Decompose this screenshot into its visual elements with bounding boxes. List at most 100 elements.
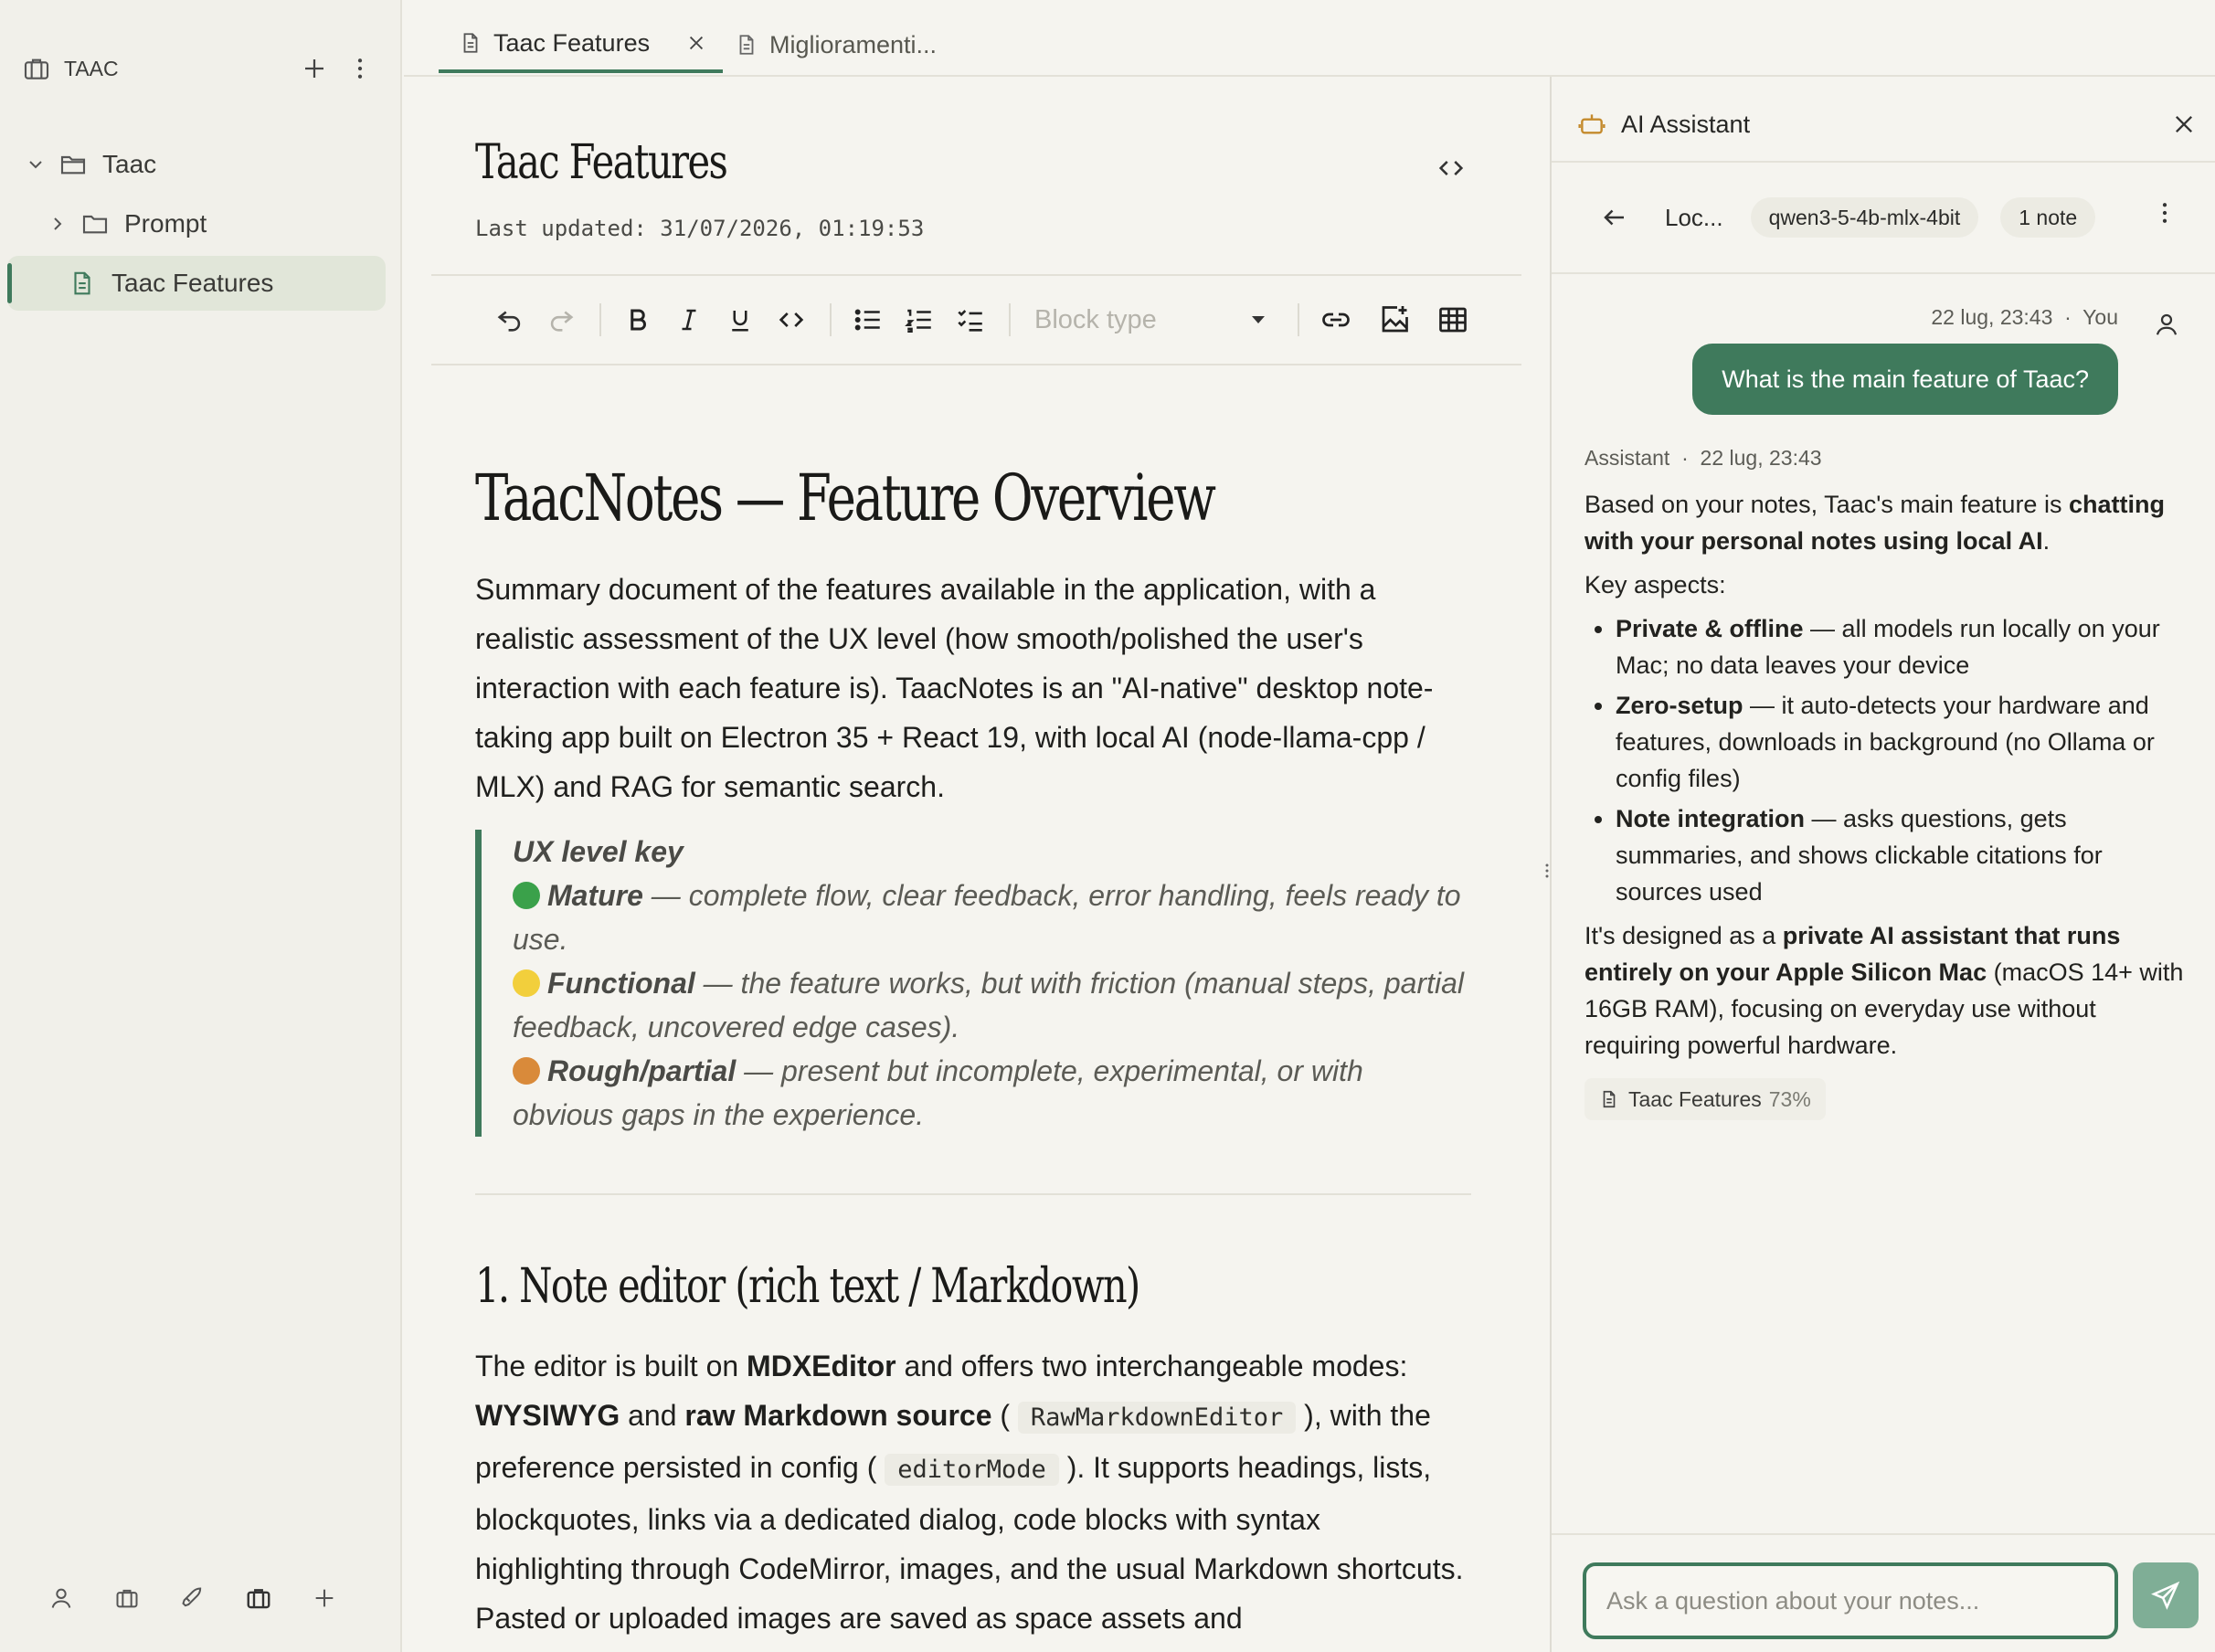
plus-icon[interactable] (307, 1581, 342, 1615)
notes-count-chip[interactable]: 1 note (2000, 197, 2096, 238)
toolbar-divider (1298, 303, 1299, 336)
divider (475, 1193, 1471, 1195)
ux-level-mature: Mature — complete flow, clear feedback, … (513, 874, 1471, 961)
note-content[interactable]: TaacNotes — Feature Overview Summary doc… (475, 461, 1471, 1643)
chevron-down-icon[interactable] (20, 149, 51, 180)
bold-text: MDXEditor (747, 1350, 896, 1382)
bold-icon[interactable] (618, 300, 658, 340)
model-chip[interactable]: qwen3-5-4b-mlx-4bit (1750, 197, 1979, 238)
toolbar-divider (830, 303, 832, 336)
italic-icon[interactable] (669, 300, 709, 340)
text: Based on your notes, Taac's main feature… (1584, 491, 2069, 518)
sidebar-footer (44, 1581, 342, 1615)
yellow-dot-icon (513, 969, 540, 997)
text: . (2042, 527, 2051, 555)
text: The editor is built on (475, 1350, 747, 1382)
sidebar: TAAC Taac Prompt Taac Features (0, 0, 402, 1652)
block-type-select[interactable]: Block type (1034, 296, 1290, 344)
add-note-button[interactable] (296, 50, 333, 87)
key-aspects-label: Key aspects: (1584, 571, 1726, 598)
tab-miglioramenti[interactable]: Miglioramenti... (735, 16, 937, 73)
ux-level-rough: Rough/partial — present but incomplete, … (513, 1049, 1471, 1137)
ux-level-name: Rough/partial (547, 1054, 737, 1087)
ux-level-name: Functional (547, 967, 695, 1000)
note-editor: Taac Features Last updated: 31/07/2026, … (404, 77, 1550, 1652)
conversation-bar: Loc... qwen3-5-4b-mlx-4bit 1 note (1552, 161, 2215, 274)
tree-item-label: Taac (102, 150, 157, 178)
tree-item-prompt[interactable]: Prompt (7, 196, 386, 251)
insert-table-icon[interactable] (1433, 300, 1473, 340)
list-item: Private & offline — all models run local… (1616, 610, 2188, 683)
citation-note: Taac Features (1628, 1087, 1762, 1111)
document-icon (735, 33, 758, 57)
briefcase-icon (22, 54, 51, 83)
undo-icon[interactable] (490, 300, 530, 340)
bold-text: raw Markdown source (684, 1399, 992, 1432)
list-item: Note integration — asks questions, gets … (1616, 800, 2188, 910)
space-menu-button[interactable] (342, 50, 378, 87)
note-title[interactable]: Taac Features (475, 135, 728, 190)
space-header: TAAC (22, 48, 378, 90)
tab-label: Taac Features (493, 28, 651, 57)
aspects-list: Private & offline — all models run local… (1616, 610, 2188, 910)
folder-icon (79, 207, 111, 240)
chat-input-area: Ask a question about your notes... (1552, 1533, 2215, 1652)
send-button[interactable] (2133, 1562, 2199, 1628)
tree-item-taac[interactable]: Taac (7, 137, 386, 192)
bullet-list-icon[interactable] (848, 300, 888, 340)
folder-open-icon (57, 148, 90, 181)
robot-icon (1577, 110, 1606, 139)
bold-text: Private & offline (1616, 615, 1804, 642)
source-toggle-button[interactable] (1429, 148, 1473, 188)
more-options-icon[interactable] (2151, 199, 2178, 227)
green-dot-icon (513, 882, 540, 909)
ux-level-desc: — complete flow, clear feedback, error h… (513, 879, 1461, 956)
content-heading-1: TaacNotes — Feature Overview (475, 461, 1216, 535)
text: ( (991, 1399, 1018, 1432)
panel-header: AI Assistant (1577, 104, 2197, 144)
app-window: TAAC Taac Prompt Taac Features Taac Feat… (0, 0, 2215, 1652)
tree-item-label: Taac Features (111, 269, 274, 297)
ai-assistant-panel: AI Assistant Loc... qwen3-5-4b-mlx-4bit … (1550, 77, 2215, 1652)
insert-image-icon[interactable] (1374, 300, 1415, 340)
document-icon (459, 31, 482, 55)
close-icon[interactable] (2171, 111, 2197, 137)
person-icon[interactable] (44, 1581, 79, 1615)
note-tree: Taac Prompt Taac Features (7, 137, 386, 315)
conversation-title[interactable]: Loc... (1665, 204, 1723, 232)
list-item: Zero-setup — it auto-detects your hardwa… (1616, 687, 2188, 797)
bold-text: Note integration (1616, 805, 1805, 832)
orange-dot-icon (513, 1057, 540, 1085)
caret-down-icon (1250, 314, 1266, 325)
document-icon (66, 267, 99, 300)
assistant-message-meta: Assistant · 22 lug, 23:43 (1584, 446, 1822, 470)
ux-key-blockquote: UX level key Mature — complete flow, cle… (475, 830, 1471, 1137)
bold-text: Zero-setup (1616, 692, 1743, 719)
reply-paragraph: It's designed as a private AI assistant … (1584, 917, 2188, 1064)
tab-taac-features[interactable]: Taac Features (439, 16, 724, 73)
briefcase-icon[interactable] (241, 1581, 276, 1615)
text: and offers two interchangeable modes: (896, 1350, 1408, 1382)
space-name[interactable]: TAAC (64, 57, 287, 81)
link-icon[interactable] (1316, 300, 1356, 340)
user-message-meta: 22 lug, 23:43 · You (1931, 305, 2118, 329)
close-icon[interactable] (686, 33, 706, 53)
last-updated: Last updated: 31/07/2026, 01:19:53 (475, 216, 925, 241)
redo-icon[interactable] (541, 300, 581, 340)
editor-toolbar: Block type (431, 274, 1521, 365)
tree-item-taac-features[interactable]: Taac Features (7, 256, 386, 311)
citation-score: 73% (1768, 1087, 1811, 1111)
chevron-right-icon[interactable] (42, 208, 73, 239)
checklist-icon[interactable] (950, 300, 991, 340)
numbered-list-icon[interactable] (899, 300, 939, 340)
rocket-icon[interactable] (175, 1581, 210, 1615)
inline-code: editorMode (885, 1454, 1059, 1486)
chat-input[interactable]: Ask a question about your notes... (1583, 1562, 2118, 1639)
section-paragraph: The editor is built on MDXEditor and off… (475, 1341, 1471, 1643)
citation-chip[interactable]: Taac Features 73% (1584, 1078, 1826, 1120)
document-icon (1599, 1089, 1619, 1109)
back-arrow-icon[interactable] (1601, 204, 1628, 231)
underline-icon[interactable] (720, 300, 760, 340)
briefcase-icon[interactable] (110, 1581, 144, 1615)
code-icon[interactable] (771, 300, 811, 340)
